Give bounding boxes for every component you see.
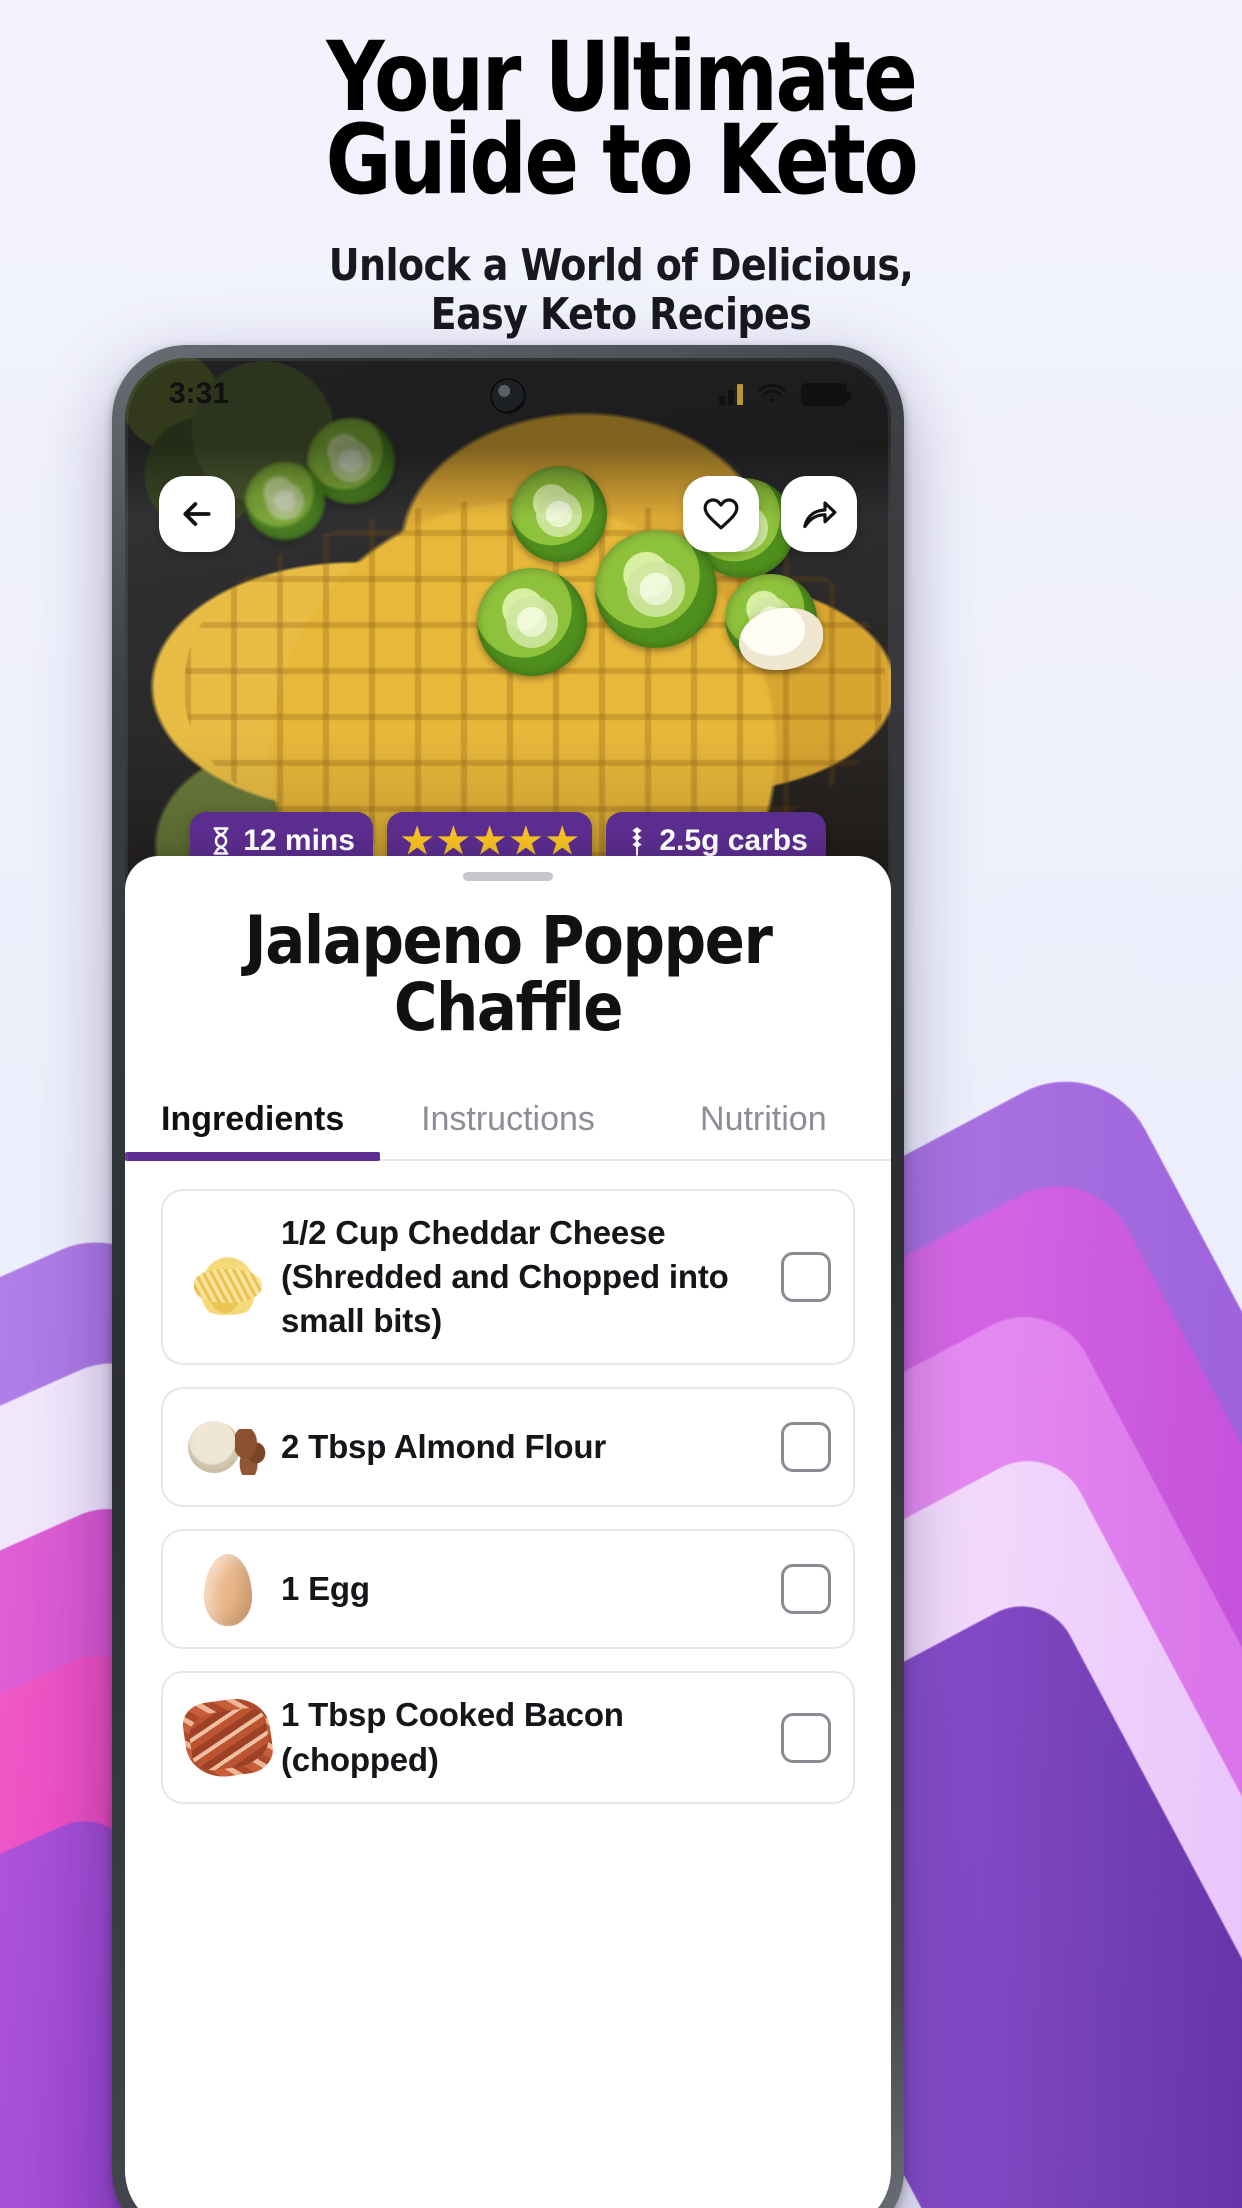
hero-action-right-group <box>683 476 857 552</box>
ingredients-list: 1/2 Cup Cheddar Cheese (Shredded and Cho… <box>125 1160 891 2208</box>
list-item[interactable]: 1 Tbsp Cooked Bacon (chopped) <box>161 1671 855 1804</box>
share-arrow-icon <box>803 501 837 529</box>
ingredient-checkbox[interactable] <box>781 1251 831 1302</box>
almond-flour-icon <box>185 1409 271 1485</box>
recipe-title: Jalapeno Popper Chaffle <box>244 902 773 1047</box>
promo-subhead-line-1: Unlock a World of Delicious, <box>328 240 914 292</box>
list-item[interactable]: 2 Tbsp Almond Flour <box>161 1387 855 1508</box>
carbs-label: 2.5g carbs <box>659 824 808 857</box>
star-icon: ★ <box>546 820 579 861</box>
shredded-cheese-icon <box>185 1238 271 1315</box>
sheet-drag-handle[interactable] <box>463 872 553 881</box>
tab-nutrition[interactable]: Nutrition <box>636 1078 891 1159</box>
back-button[interactable] <box>159 476 235 552</box>
promo-text-block: Your Ultimate Guide to Keto Unlock a Wor… <box>0 0 1242 340</box>
ingredient-label: 1 Egg <box>281 1570 370 1608</box>
hero-action-row <box>125 476 891 552</box>
tab-ingredients[interactable]: Ingredients <box>125 1078 380 1159</box>
ingredient-label: 1/2 Cup Cheddar Cheese (Shredded and Cho… <box>281 1213 729 1340</box>
tab-instructions[interactable]: Instructions <box>380 1078 635 1159</box>
star-icon: ★ <box>400 820 434 861</box>
photo-vignette <box>125 358 891 888</box>
list-item[interactable]: 1 Egg <box>161 1529 855 1650</box>
ingredient-checkbox[interactable] <box>781 1712 831 1763</box>
front-camera-punch-hole <box>492 380 524 412</box>
arrow-left-icon <box>183 502 211 526</box>
favorite-button[interactable] <box>683 476 759 552</box>
promo-subhead-line-2: Easy Keto Recipes <box>430 289 812 341</box>
star-icon: ★ <box>509 820 543 861</box>
promo-headline: Your Ultimate Guide to Keto <box>43 0 1198 216</box>
ingredient-label: 2 Tbsp Almond Flour <box>281 1428 606 1466</box>
status-bar-time: 3:31 <box>169 377 230 410</box>
recipe-hero-image: 3:31 12 mins ★ ★ ★ ★ ★ 2.5g carbs <box>125 358 891 888</box>
egg-icon <box>185 1551 271 1627</box>
ingredient-label: 1 Tbsp Cooked Bacon (chopped) <box>281 1696 624 1778</box>
promo-headline-line-2: Guide to Keto <box>325 103 919 216</box>
list-item[interactable]: 1/2 Cup Cheddar Cheese (Shredded and Cho… <box>161 1188 855 1366</box>
hourglass-icon <box>208 826 234 856</box>
recipe-detail-sheet: Jalapeno Popper Chaffle Ingredients Inst… <box>125 856 891 2208</box>
recipe-tabs: Ingredients Instructions Nutrition <box>125 1078 891 1161</box>
ingredient-checkbox[interactable] <box>781 1564 831 1615</box>
heart-outline-icon <box>703 498 739 530</box>
star-icon: ★ <box>437 820 470 861</box>
wifi-icon <box>758 383 786 403</box>
signal-bars-icon <box>719 383 743 405</box>
ingredient-checkbox[interactable] <box>781 1422 831 1473</box>
phone-mockup: 3:31 12 mins ★ ★ ★ ★ ★ 2.5g carbs Jalape… <box>112 345 904 2208</box>
share-button[interactable] <box>781 476 857 552</box>
phone-screen: 3:31 12 mins ★ ★ ★ ★ ★ 2.5g carbs Jalape… <box>125 358 891 2208</box>
wheat-icon <box>624 826 650 856</box>
status-bar-indicators <box>719 379 851 409</box>
bacon-icon <box>180 1693 276 1782</box>
cook-time-label: 12 mins <box>243 824 355 857</box>
battery-full-icon <box>801 382 851 406</box>
promo-subhead: Unlock a World of Delicious, Easy Keto R… <box>25 241 1217 340</box>
star-icon: ★ <box>473 820 506 861</box>
